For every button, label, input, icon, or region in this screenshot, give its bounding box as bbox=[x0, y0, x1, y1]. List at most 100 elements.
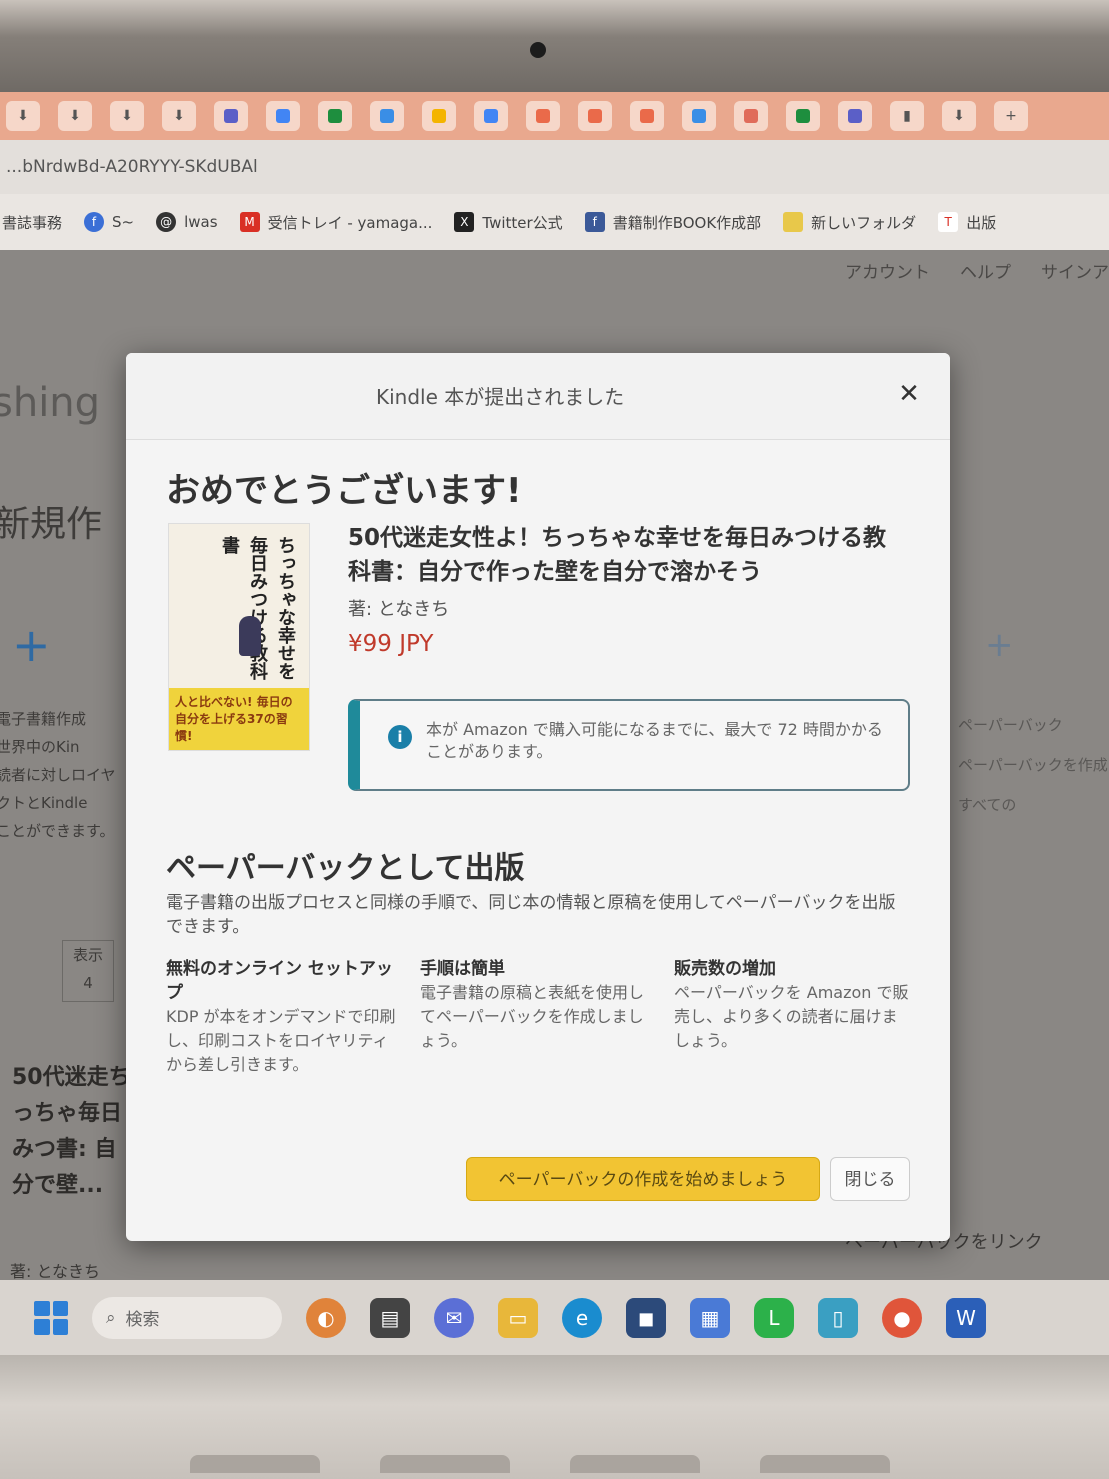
feature-title: 手順は簡単 bbox=[420, 959, 505, 979]
line-icon[interactable]: L bbox=[754, 1297, 794, 1338]
tab-app-icon[interactable] bbox=[682, 101, 716, 131]
plus-icon[interactable]: + bbox=[12, 618, 51, 672]
dialog-header: Kindle 本が提出されました ✕ bbox=[126, 353, 950, 440]
left-description: 電子書籍作成 世界中のKin 読者に対しロイヤ クトとKindle ことができま… bbox=[0, 705, 126, 845]
create-paperback-button[interactable]: ペーパーバックの作成を始めましょう bbox=[466, 1157, 820, 1201]
laptop-hinge bbox=[760, 1455, 890, 1473]
pizza-icon[interactable]: ◐ bbox=[306, 1297, 346, 1338]
phone-icon[interactable]: ▯ bbox=[818, 1297, 858, 1338]
cover-title: ちっちゃな幸せを毎日みつける教科書 bbox=[219, 536, 296, 680]
tab-download-icon[interactable]: ⬇ bbox=[58, 101, 92, 131]
feature-more-sales: 販売数の増加 ペーパーバックを Amazon で販売し、より多くの読者に届けまし… bbox=[674, 957, 910, 1053]
bookshelf-author: 著: となきち bbox=[10, 1262, 100, 1281]
bookmark-label: 新しいフォルダ bbox=[811, 213, 917, 232]
text-line: ペーパーバック bbox=[958, 716, 1063, 734]
bookmark-item[interactable]: 書誌事務 bbox=[2, 212, 62, 233]
tab-download-icon[interactable]: ⬇ bbox=[6, 101, 40, 131]
word-icon[interactable]: W bbox=[946, 1297, 986, 1338]
calendar-icon[interactable]: ▦ bbox=[690, 1297, 730, 1338]
feature-free-setup: 無料のオンライン セットアップ KDP が本をオンデマンドで印刷し、印刷コストを… bbox=[166, 957, 402, 1077]
top-links: アカウント ヘルプ サインア bbox=[845, 258, 1109, 283]
book-price: ¥99 JPY bbox=[348, 631, 434, 657]
store-icon[interactable]: ◼ bbox=[626, 1297, 666, 1338]
bookmark-label: S~ bbox=[112, 213, 135, 231]
threads-icon: @ bbox=[156, 212, 177, 232]
webcam bbox=[530, 42, 546, 58]
twitter-icon: X bbox=[454, 212, 475, 232]
tab-app-icon[interactable] bbox=[266, 101, 300, 131]
text-line: クトとKindle bbox=[0, 794, 88, 812]
plus-icon[interactable]: + bbox=[985, 625, 1014, 665]
tab-download-icon[interactable]: ⬇ bbox=[942, 101, 976, 131]
availability-notice: i 本が Amazon で購入可能になるまでに、最大で 72 時間かかることがあ… bbox=[348, 699, 910, 791]
close-button[interactable]: 閉じる bbox=[830, 1157, 910, 1201]
edge-icon[interactable]: e bbox=[562, 1297, 602, 1338]
laptop-hinge bbox=[380, 1455, 510, 1473]
bookmark-label: 受信トレイ - yamaga... bbox=[267, 213, 433, 232]
tab-app-icon[interactable] bbox=[578, 101, 612, 131]
bookmark-item[interactable]: f S~ bbox=[84, 212, 134, 232]
account-link[interactable]: アカウント bbox=[845, 258, 930, 283]
book-title: 50代迷走女性よ！ちっちゃな幸せを毎日みつける教科書：自分で作った壁を自分で溶か… bbox=[348, 525, 887, 585]
text-line: 世界中のKin bbox=[0, 738, 80, 756]
bookshelf-book-title[interactable]: 50代迷走ちっちゃ毎日みつ書: 自分で壁... bbox=[12, 1060, 132, 1204]
close-icon[interactable]: ✕ bbox=[892, 377, 926, 411]
tab-app-icon[interactable] bbox=[734, 101, 768, 131]
feature-easy-steps: 手順は簡単 電子書籍の原稿と表紙を使用してペーパーバックを作成しましょう。 bbox=[420, 957, 656, 1053]
tab-download-icon[interactable]: ⬇ bbox=[110, 101, 144, 131]
filter-label: 表示 bbox=[72, 946, 103, 964]
bookmark-label: 出版 bbox=[966, 213, 997, 232]
info-icon: i bbox=[388, 725, 412, 749]
browser-tab-strip: ⬇ ⬇ ⬇ ⬇ ▮ ⬇ + bbox=[0, 92, 1109, 140]
feature-title: 無料のオンライン セットアップ bbox=[166, 959, 393, 1003]
help-link[interactable]: ヘルプ bbox=[960, 258, 1011, 283]
file-explorer-icon[interactable]: ▤ bbox=[370, 1297, 410, 1338]
dialog-title: Kindle 本が提出されました bbox=[376, 385, 625, 409]
taskbar-search[interactable]: ⌕ 検索 bbox=[92, 1296, 282, 1339]
tab-app-icon[interactable] bbox=[214, 101, 248, 131]
bookmark-label: lwas bbox=[184, 213, 218, 231]
tab-app-icon[interactable] bbox=[526, 101, 560, 131]
screen: ⬇ ⬇ ⬇ ⬇ ▮ ⬇ + ...bNrdwBd-A20RYYY-SKdUBAl… bbox=[0, 92, 1109, 1355]
bookmark-item[interactable]: f 書籍制作BOOK作成部 bbox=[584, 212, 761, 233]
publish-success-dialog: Kindle 本が提出されました ✕ おめでとうございます! ちっちゃな幸せを毎… bbox=[126, 353, 950, 1241]
right-description: ペーパーバック ペーパーバックを作成 すべての bbox=[958, 705, 1108, 825]
tab-app-icon[interactable] bbox=[630, 101, 664, 131]
brand-text: shing bbox=[0, 380, 101, 426]
text-line: ペーパーバックを作成 bbox=[958, 756, 1108, 774]
bookmark-item[interactable]: 新しいフォルダ bbox=[783, 212, 916, 233]
text-line: 電子書籍作成 bbox=[0, 710, 87, 728]
filter-select[interactable]: 表示 4 bbox=[62, 940, 114, 1002]
text-line: すべての bbox=[958, 796, 1017, 814]
witch-illustration bbox=[239, 616, 261, 656]
bookmark-item[interactable]: X Twitter公式 bbox=[454, 212, 563, 233]
laptop-bezel-bottom bbox=[0, 1355, 1109, 1479]
chat-icon[interactable]: ✉ bbox=[434, 1297, 474, 1338]
address-bar[interactable]: ...bNrdwBd-A20RYYY-SKdUBAl bbox=[0, 140, 1109, 194]
tab-app-icon[interactable] bbox=[370, 101, 404, 131]
sign-link[interactable]: サインア bbox=[1041, 258, 1109, 283]
facebook-icon: f bbox=[84, 212, 105, 232]
folder-icon[interactable]: ▭ bbox=[498, 1297, 538, 1338]
windows-start-icon[interactable] bbox=[34, 1300, 68, 1335]
filter-value: 4 bbox=[83, 974, 93, 992]
facebook-icon: f bbox=[584, 212, 605, 232]
tab-sheets-icon[interactable] bbox=[786, 101, 820, 131]
feature-title: 販売数の増加 bbox=[674, 959, 776, 979]
bookmarks-bar: 書誌事務 f S~ @ lwas M 受信トレイ - yamaga... X Twitt… bbox=[0, 194, 1109, 250]
tab-slides-icon[interactable] bbox=[422, 101, 456, 131]
new-tab-button[interactable]: + bbox=[994, 101, 1028, 131]
section-title: 新規作 bbox=[0, 504, 103, 545]
t-icon: T bbox=[938, 212, 959, 232]
tab-app-icon[interactable] bbox=[838, 101, 872, 131]
tab-sheets-icon[interactable] bbox=[318, 101, 352, 131]
bookmark-item[interactable]: T 出版 bbox=[938, 212, 996, 233]
bookmark-item[interactable]: M 受信トレイ - yamaga... bbox=[239, 212, 433, 233]
tab-app-icon[interactable]: ▮ bbox=[890, 101, 924, 131]
text-line: ことができます。 bbox=[0, 822, 115, 840]
tab-docs-icon[interactable] bbox=[474, 101, 508, 131]
tab-download-icon[interactable]: ⬇ bbox=[162, 101, 196, 131]
availability-text: 本が Amazon で購入可能になるまでに、最大で 72 時間かかることがありま… bbox=[426, 720, 883, 761]
bookmark-item[interactable]: @ lwas bbox=[156, 212, 218, 232]
chrome-icon[interactable]: ● bbox=[882, 1297, 922, 1338]
